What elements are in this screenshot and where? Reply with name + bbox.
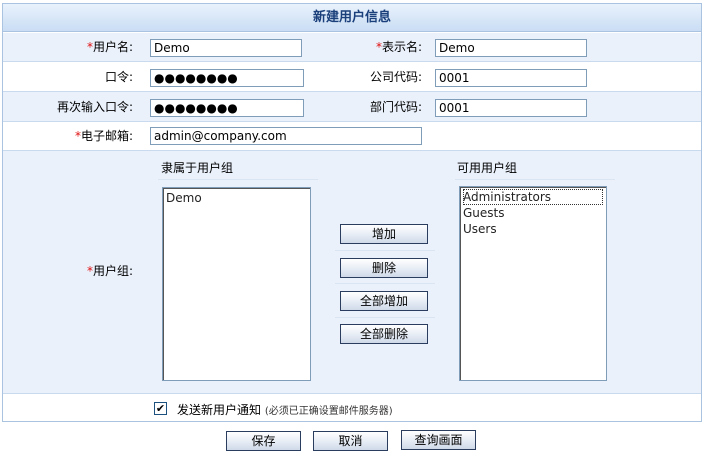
available-group-item-users[interactable]: Users [463, 221, 603, 237]
displayname-label: *表示名: [375, 40, 422, 54]
notify-label: 发送新用户通知 [177, 403, 262, 417]
available-group-item-administrators[interactable]: Administrators [463, 189, 603, 205]
company-code-label: 公司代码: [369, 70, 422, 84]
displayname-field[interactable]: Demo [435, 39, 587, 57]
button-divider-1 [335, 250, 435, 251]
row-notify: ✔ 发送新用户通知 (必须已正确设置邮件服务器) [3, 394, 701, 422]
row-groups: *用户组: 隶属于用户组 Demo 增加 删除 全部增加 全部删除 可用用户组 … [3, 151, 701, 394]
available-groups-list[interactable]: Administrators Guests Users [459, 186, 607, 381]
email-field[interactable]: admin@company.com [150, 127, 422, 145]
save-button[interactable]: 保存 [226, 431, 301, 451]
password-confirm-field[interactable]: ●●●●●●●● [150, 99, 304, 117]
row-password: 口令: ●●●●●●●● 公司代码: 0001 [3, 62, 701, 92]
available-header-divider [455, 179, 615, 180]
password-confirm-label: 再次输入口令: [56, 100, 133, 114]
available-groups-header: 可用用户组 [457, 161, 518, 175]
remove-button[interactable]: 删除 [340, 258, 428, 278]
row-username: *用户名: Demo *表示名: Demo [3, 33, 701, 62]
member-header-divider [158, 179, 318, 180]
button-divider-3 [335, 317, 435, 318]
row-password-confirm: 再次输入口令: ●●●●●●●● 部门代码: 0001 [3, 92, 701, 122]
dept-code-label: 部门代码: [369, 100, 422, 114]
member-groups-header: 隶属于用户组 [161, 161, 234, 175]
available-group-item-guests[interactable]: Guests [463, 205, 603, 221]
add-button[interactable]: 增加 [340, 224, 428, 244]
button-divider-2 [335, 283, 435, 284]
form-title: 新建用户信息 [3, 4, 701, 32]
username-label: *用户名: [86, 40, 133, 54]
email-label: *电子邮箱: [74, 129, 133, 143]
member-group-item[interactable]: Demo [166, 190, 307, 206]
password-label: 口令: [104, 70, 133, 84]
notify-checkbox[interactable]: ✔ [154, 402, 167, 415]
add-all-button[interactable]: 全部增加 [340, 291, 428, 311]
cancel-button[interactable]: 取消 [313, 431, 388, 451]
notify-label-wrap: 发送新用户通知 (必须已正确设置邮件服务器) [177, 401, 393, 418]
new-user-form: 新建用户信息 *用户名: Demo *表示名: Demo 口令: ●●●●●●●… [2, 3, 702, 422]
dept-code-field[interactable]: 0001 [435, 99, 587, 117]
company-code-field[interactable]: 0001 [435, 69, 587, 87]
notify-note: (必须已正确设置邮件服务器) [264, 406, 393, 417]
remove-all-button[interactable]: 全部删除 [340, 324, 428, 344]
username-field[interactable]: Demo [150, 39, 302, 57]
groups-label: *用户组: [86, 264, 133, 278]
query-screen-button[interactable]: 查询画面 [401, 430, 476, 450]
member-groups-list[interactable]: Demo [162, 187, 311, 381]
password-field[interactable]: ●●●●●●●● [150, 69, 304, 87]
row-email: *电子邮箱: admin@company.com [3, 122, 701, 151]
